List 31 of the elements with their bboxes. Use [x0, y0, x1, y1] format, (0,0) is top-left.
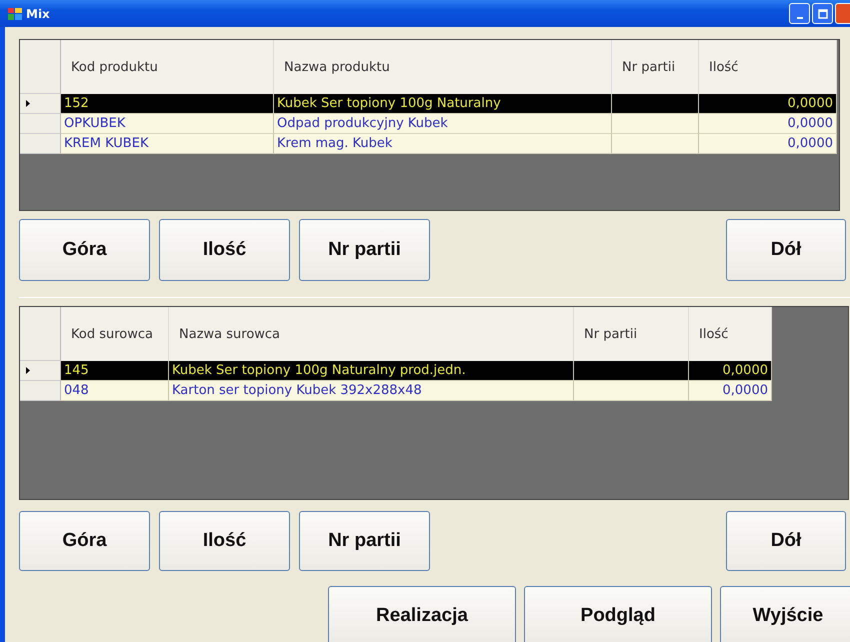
maximize-button[interactable] [812, 3, 833, 24]
row-header[interactable] [20, 381, 61, 401]
table-cell: KREM KUBEK [61, 134, 274, 154]
row-header[interactable] [20, 114, 61, 134]
grid-button[interactable]: Dół [726, 219, 846, 281]
close-button[interactable] [835, 3, 850, 24]
table-cell: 0,0000 [689, 381, 772, 401]
grid-button[interactable]: Dół [726, 511, 846, 571]
minimize-icon [796, 17, 802, 19]
grid-button[interactable]: Ilość [159, 219, 290, 281]
app-icon [8, 8, 22, 20]
grid-button[interactable]: Góra [19, 219, 150, 281]
action-button[interactable]: Podgląd [524, 586, 712, 642]
grid-button[interactable]: Ilość [159, 511, 290, 571]
row-header[interactable] [20, 134, 61, 154]
table-cell: Krem mag. Kubek [274, 134, 612, 154]
table-cell: 0,0000 [699, 134, 837, 154]
grid-button[interactable]: Nr partii [299, 219, 430, 281]
table-cell: Karton ser topiony Kubek 392x288x48 [169, 381, 574, 401]
minimize-button[interactable] [789, 3, 810, 24]
action-button[interactable]: Wyjście [720, 586, 850, 642]
grid-button[interactable]: Nr partii [299, 511, 430, 571]
row-header[interactable] [20, 94, 61, 114]
window-title: Mix [26, 6, 51, 20]
grid-button[interactable]: Góra [19, 511, 150, 571]
row-header[interactable] [20, 361, 61, 381]
current-row-icon [26, 367, 30, 374]
table-cell: 048 [61, 381, 169, 401]
maximize-icon [818, 8, 828, 18]
action-button[interactable]: Realizacja [328, 586, 516, 642]
current-row-icon [26, 100, 30, 107]
